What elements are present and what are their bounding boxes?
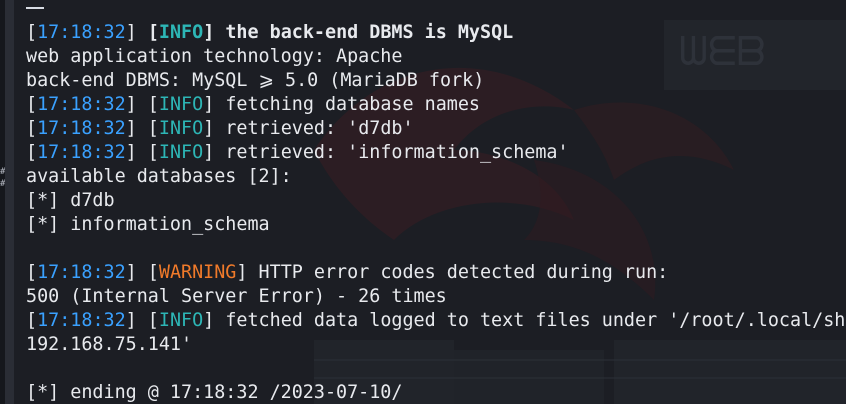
log-line-warning: [17:18:32] [WARNING] HTTP error codes de… — [26, 262, 669, 283]
output-line: back-end DBMS: MySQL ⩾ 5.0 (MariaDB fork… — [26, 70, 485, 91]
output-line: available databases [2]: — [26, 166, 292, 187]
output-line: [*] ending @ 17:18:32 /2023-07-10/ — [26, 382, 403, 403]
log-line-dbms: [17:18:32] [INFO] the back-end DBMS is M… — [26, 22, 514, 43]
output-line: 500 (Internal Server Error) - 26 times — [26, 286, 447, 307]
log-line: [17:18:32] [INFO] fetching database name… — [26, 94, 480, 115]
left-panel-strip: # ## — [0, 0, 14, 404]
terminal-prompt-underline — [26, 7, 44, 9]
output-line: [*] information_schema — [26, 214, 270, 235]
log-line: [17:18:32] [INFO] retrieved: 'd7db' — [26, 118, 414, 139]
log-line: [17:18:32] [INFO] fetched data logged to… — [26, 310, 846, 331]
output-line: web application technology: Apache — [26, 46, 403, 67]
panel-edge — [5, 0, 14, 404]
terminal-output: [17:18:32] [INFO] the back-end DBMS is M… — [14, 0, 846, 404]
log-line: [17:18:32] [INFO] retrieved: 'informatio… — [26, 142, 569, 163]
output-line: [*] d7db — [26, 190, 115, 211]
output-line: 192.168.75.141' — [26, 334, 193, 355]
